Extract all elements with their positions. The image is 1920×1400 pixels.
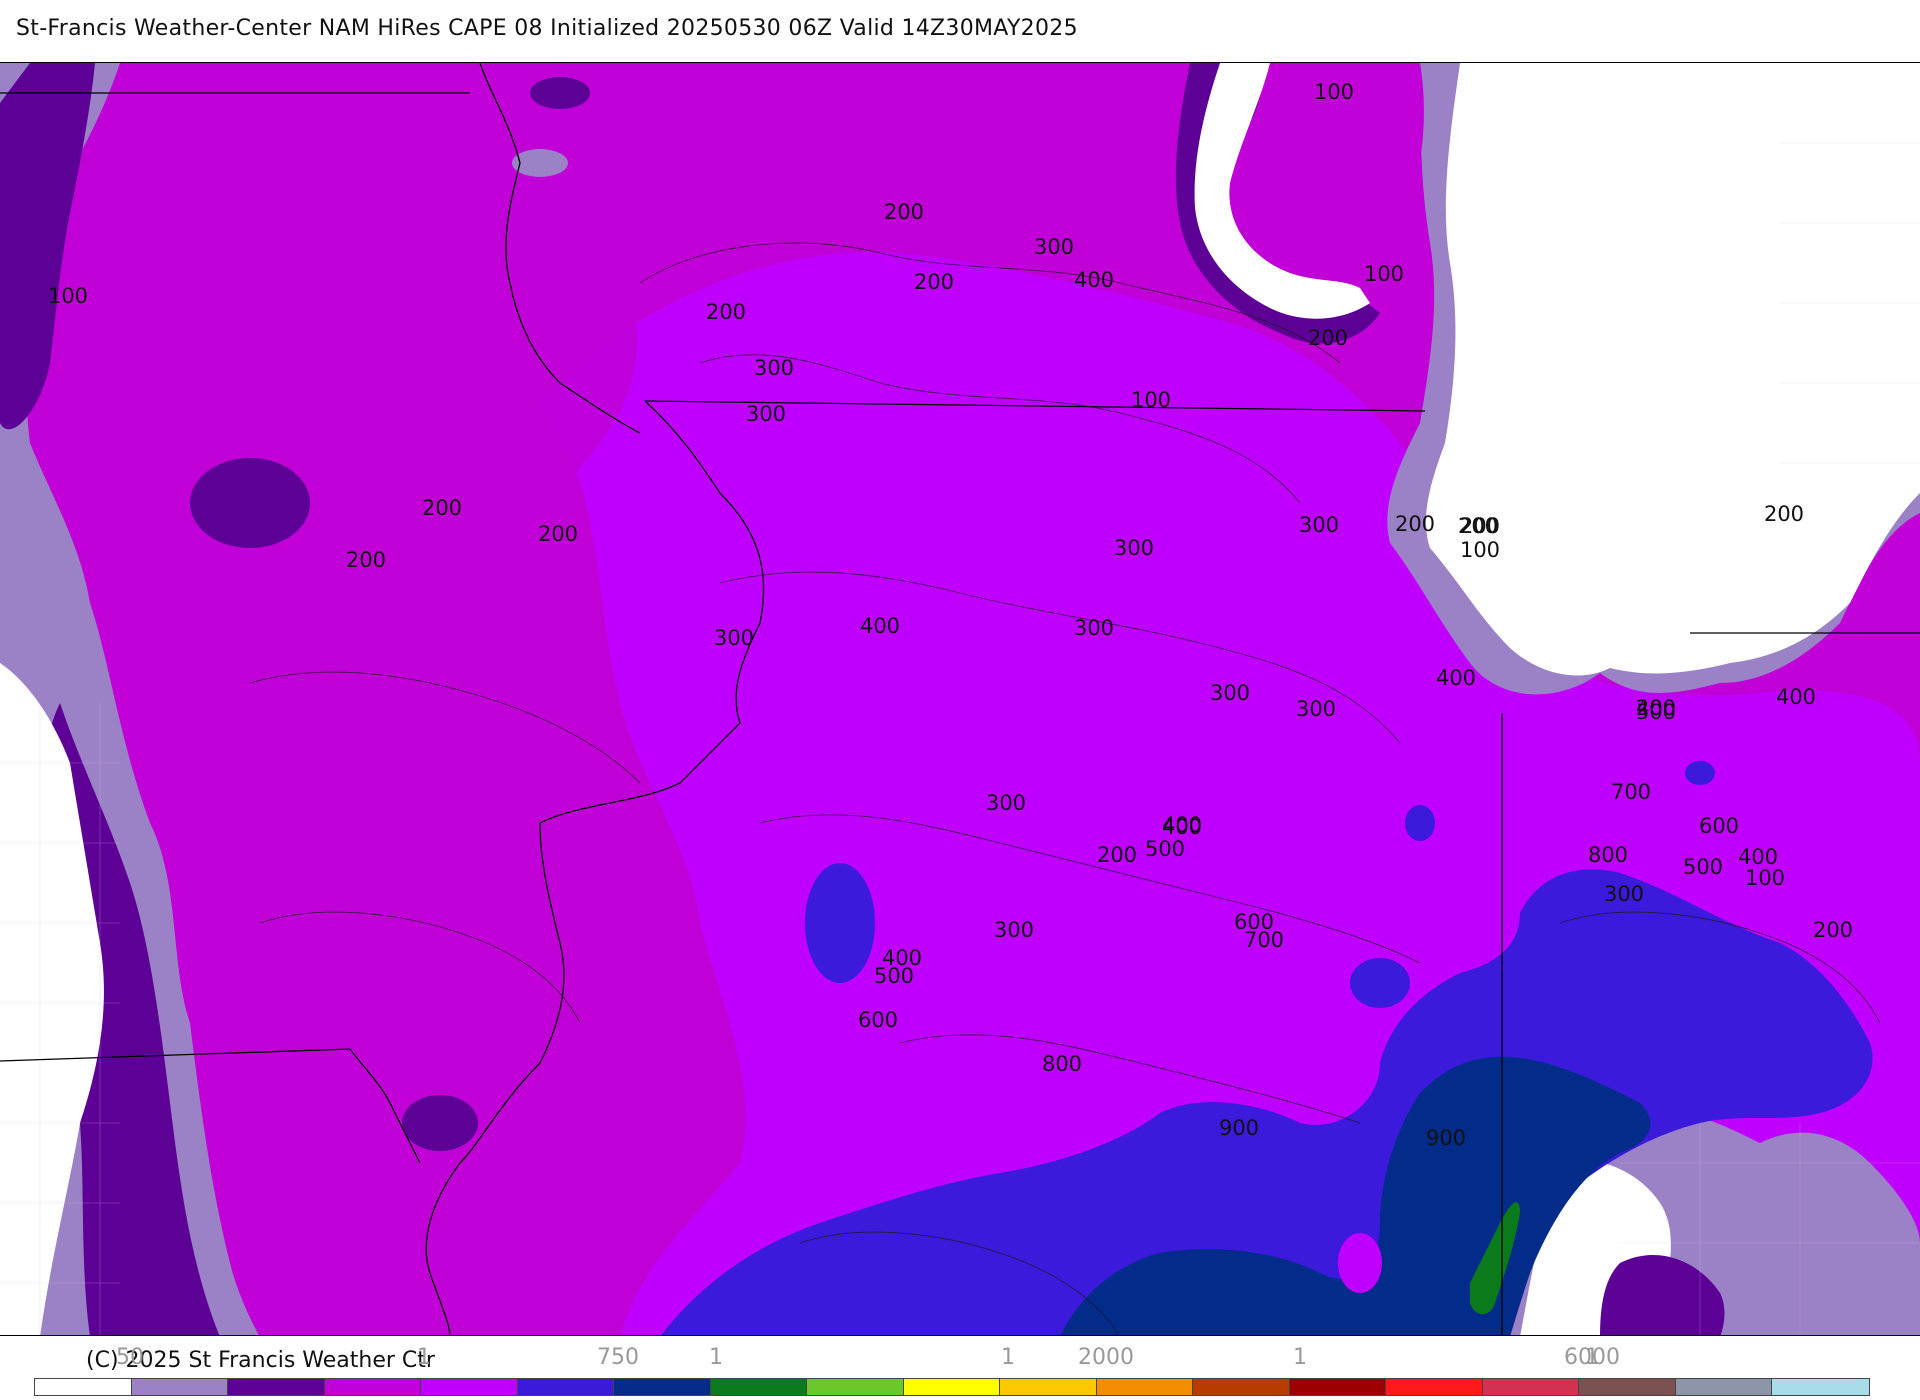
colorbar-cell bbox=[1096, 1379, 1193, 1395]
colorbar-tick-label: 2000 bbox=[1078, 1345, 1134, 1370]
contour-label: 300 bbox=[746, 402, 786, 426]
colorbar-tick-label: 750 bbox=[597, 1345, 639, 1370]
contour-label: 500 bbox=[1145, 837, 1185, 861]
colorbar-cell bbox=[1000, 1379, 1097, 1395]
colorbar-cell bbox=[517, 1379, 614, 1395]
contour-label: 200 bbox=[538, 522, 578, 546]
blob-low-1 bbox=[190, 458, 310, 548]
contour-label: 800 bbox=[1042, 1052, 1082, 1076]
contour-label: 300 bbox=[1296, 697, 1336, 721]
colorbar-cell bbox=[228, 1379, 325, 1395]
contour-label: 300 bbox=[1299, 513, 1339, 537]
contour-label: 200 bbox=[1764, 502, 1804, 526]
contour-label: 200 bbox=[884, 200, 924, 224]
contour-label: 200 bbox=[346, 548, 386, 572]
colorbar-cell bbox=[1675, 1379, 1772, 1395]
contour-label: 900 bbox=[1219, 1116, 1259, 1140]
colorbar-cell bbox=[1386, 1379, 1483, 1395]
cape-map-canvas: 1001001002002003004002002002003003001002… bbox=[0, 63, 1920, 1335]
contour-label: 700 bbox=[1244, 928, 1284, 952]
colorbar-cell bbox=[421, 1379, 518, 1395]
contour-label: 400 bbox=[1776, 685, 1816, 709]
colorbar-cell bbox=[1579, 1379, 1676, 1395]
contour-label: 900 bbox=[1426, 1126, 1466, 1150]
contour-label: 300 bbox=[1114, 536, 1154, 560]
contour-label: 200 bbox=[422, 496, 462, 520]
contour-label: 700 bbox=[1611, 780, 1651, 804]
contour-label: 800 bbox=[1588, 843, 1628, 867]
contour-label: 100 bbox=[1460, 538, 1500, 562]
contour-label: 300 bbox=[1604, 882, 1644, 906]
blob-blue-4 bbox=[1685, 761, 1715, 785]
colorbar-cell bbox=[710, 1379, 807, 1395]
contour-label: 300 bbox=[986, 791, 1026, 815]
contour-label: 200 bbox=[1460, 514, 1500, 538]
colorbar-tick-label: 1 bbox=[417, 1345, 431, 1370]
colorbar-cell bbox=[1482, 1379, 1579, 1395]
colorbar-tick-label: 1 bbox=[709, 1345, 723, 1370]
colorbar-cell bbox=[903, 1379, 1000, 1395]
contour-label: 400 bbox=[1436, 666, 1476, 690]
contour-label: 100 bbox=[1131, 388, 1171, 412]
cape-map: 100 100 100 200 200 300 400 200 200 200 300 300 100 2… bbox=[0, 62, 1920, 1336]
contour-label: 100 bbox=[1745, 866, 1785, 890]
colorbar-cell bbox=[1193, 1379, 1290, 1395]
blob-blue-3 bbox=[1405, 805, 1435, 841]
colorbar-tick-label: 1 bbox=[1585, 1345, 1599, 1370]
colorbar bbox=[34, 1378, 1870, 1396]
contour-label: 200 bbox=[1813, 918, 1853, 942]
contour-label: 200 bbox=[914, 270, 954, 294]
colorbar-tick-label: 1 bbox=[1001, 1345, 1015, 1370]
contour-label: 300 bbox=[754, 356, 794, 380]
contour-label: 100 bbox=[1364, 262, 1404, 286]
contour-label: 300 bbox=[994, 918, 1034, 942]
blob-low-2 bbox=[402, 1095, 478, 1151]
blob-blue-1 bbox=[805, 863, 875, 983]
colorbar-cell bbox=[1772, 1379, 1869, 1395]
map-title: St-Francis Weather-Center NAM HiRes CAPE… bbox=[16, 16, 1078, 41]
colorbar-cell bbox=[1289, 1379, 1386, 1395]
contour-label: 300 bbox=[1074, 616, 1114, 640]
contour-label: 500 bbox=[1636, 700, 1676, 724]
contour-label: 400 bbox=[860, 614, 900, 638]
colorbar-cell bbox=[614, 1379, 711, 1395]
contour-label: 400 bbox=[1162, 815, 1202, 839]
colorbar-cell bbox=[807, 1379, 904, 1395]
contour-label: 300 bbox=[1210, 681, 1250, 705]
colorbar-tick-label: 1 bbox=[1293, 1345, 1307, 1370]
colorbar-cell bbox=[131, 1379, 228, 1395]
contour-label: 100 bbox=[1314, 80, 1354, 104]
contour-label: 100 bbox=[48, 284, 88, 308]
contour-label: 200 bbox=[1308, 326, 1348, 350]
contour-label: 200 bbox=[706, 300, 746, 324]
contour-label: 200 bbox=[1395, 512, 1435, 536]
lake-michigan bbox=[1425, 63, 1920, 676]
contour-label: 400 bbox=[1074, 268, 1114, 292]
contour-label: 500 bbox=[874, 964, 914, 988]
contour-label: 600 bbox=[1699, 814, 1739, 838]
colorbar-cell bbox=[324, 1379, 421, 1395]
contour-label: 300 bbox=[714, 626, 754, 650]
contour-label: 300 bbox=[1034, 235, 1074, 259]
contour-label: 200 bbox=[1097, 843, 1137, 867]
blob-low-3 bbox=[530, 77, 590, 109]
contour-label: 600 bbox=[858, 1008, 898, 1032]
blob-blue-2 bbox=[1350, 958, 1410, 1008]
blob-lavender-2 bbox=[1338, 1233, 1382, 1293]
colorbar-cell bbox=[35, 1379, 132, 1395]
colorbar-tick-label: 50 bbox=[116, 1345, 144, 1370]
contour-label: 500 bbox=[1683, 855, 1723, 879]
